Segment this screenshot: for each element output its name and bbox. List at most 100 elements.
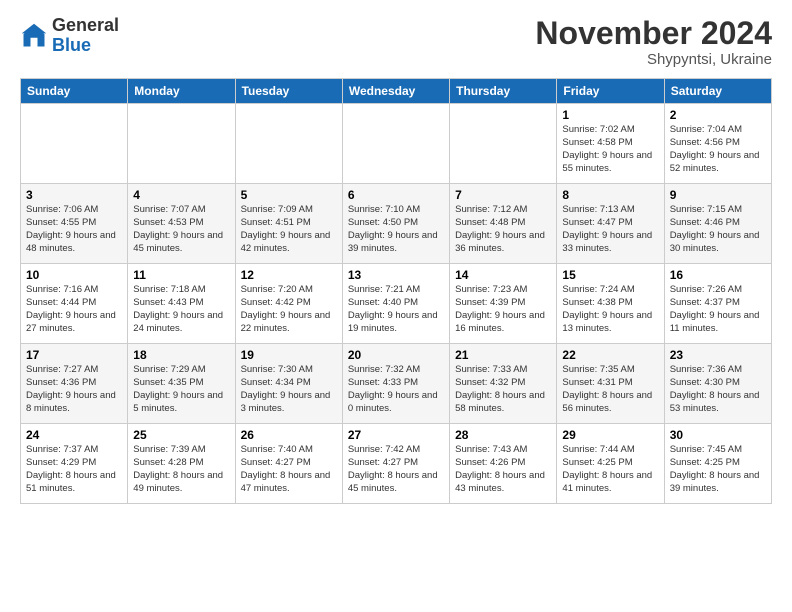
cell-4-6: 30 Sunrise: 7:45 AM Sunset: 4:25 PM Dayli… — [664, 424, 771, 504]
day-info-2-3: Sunrise: 7:21 AM Sunset: 4:40 PM Dayligh… — [348, 284, 444, 335]
cell-1-1: 4Sunrise: 7:07 AM Sunset: 4:53 PM Daylig… — [128, 184, 235, 264]
cell-2-4: 14 Sunrise: 7:23 AM Sunset: 4:39 PM Dayli… — [450, 264, 557, 344]
day-num-2-6: 16 — [670, 268, 766, 282]
day-num-3-6: 23 — [670, 348, 766, 362]
day-info-3-5: Sunrise: 7:35 AM Sunset: 4:31 PM Dayligh… — [562, 364, 658, 415]
cell-1-0: 3 Sunrise: 7:06 AM Sunset: 4:55 PM Daylig… — [21, 184, 128, 264]
day-num-2-1: 11 — [133, 268, 229, 282]
cell-2-6: 16 Sunrise: 7:26 AM Sunset: 4:37 PM Dayli… — [664, 264, 771, 344]
day-info-1-6: Sunrise: 7:15 AM Sunset: 4:46 PM Dayligh… — [670, 204, 766, 255]
logo-icon — [20, 22, 48, 50]
cell-3-3: 20 Sunrise: 7:32 AM Sunset: 4:33 PM Dayli… — [342, 344, 449, 424]
day-num-0-6: 2 — [670, 108, 766, 122]
day-num-1-6: 9 — [670, 188, 766, 202]
cell-4-5: 29Sunrise: 7:44 AM Sunset: 4:25 PM Dayli… — [557, 424, 664, 504]
day-info-3-0: Sunrise: 7:27 AM Sunset: 4:36 PM Dayligh… — [26, 364, 122, 415]
cell-1-4: 7Sunrise: 7:12 AM Sunset: 4:48 PM Daylig… — [450, 184, 557, 264]
cell-0-1 — [128, 104, 235, 184]
day-num-4-6: 30 — [670, 428, 766, 442]
day-info-2-6: Sunrise: 7:26 AM Sunset: 4:37 PM Dayligh… — [670, 284, 766, 335]
cell-0-2 — [235, 104, 342, 184]
col-thursday: Thursday — [450, 79, 557, 104]
cell-1-3: 6Sunrise: 7:10 AM Sunset: 4:50 PM Daylig… — [342, 184, 449, 264]
logo-blue-text: Blue — [52, 36, 119, 56]
month-title: November 2024 — [535, 16, 772, 51]
day-num-4-0: 24 — [26, 428, 122, 442]
calendar-table: Sunday Monday Tuesday Wednesday Thursday… — [20, 78, 772, 504]
cell-3-4: 21 Sunrise: 7:33 AM Sunset: 4:32 PM Dayli… — [450, 344, 557, 424]
day-info-3-3: Sunrise: 7:32 AM Sunset: 4:33 PM Dayligh… — [348, 364, 444, 415]
week-row-2: 10 Sunrise: 7:16 AM Sunset: 4:44 PM Dayli… — [21, 264, 772, 344]
day-num-3-3: 20 — [348, 348, 444, 362]
day-info-4-3: Sunrise: 7:42 AM Sunset: 4:27 PM Dayligh… — [348, 444, 444, 495]
week-row-4: 24 Sunrise: 7:37 AM Sunset: 4:29 PM Dayli… — [21, 424, 772, 504]
cell-2-2: 12 Sunrise: 7:20 AM Sunset: 4:42 PM Dayli… — [235, 264, 342, 344]
cell-2-3: 13 Sunrise: 7:21 AM Sunset: 4:40 PM Dayli… — [342, 264, 449, 344]
day-info-3-4: Sunrise: 7:33 AM Sunset: 4:32 PM Dayligh… — [455, 364, 551, 415]
day-num-1-2: 5 — [241, 188, 337, 202]
cell-3-0: 17 Sunrise: 7:27 AM Sunset: 4:36 PM Dayli… — [21, 344, 128, 424]
day-info-2-4: Sunrise: 7:23 AM Sunset: 4:39 PM Dayligh… — [455, 284, 551, 335]
location: Shypyntsi, Ukraine — [535, 51, 772, 68]
day-info-1-3: Sunrise: 7:10 AM Sunset: 4:50 PM Dayligh… — [348, 204, 444, 255]
day-info-2-2: Sunrise: 7:20 AM Sunset: 4:42 PM Dayligh… — [241, 284, 337, 335]
cell-4-3: 27 Sunrise: 7:42 AM Sunset: 4:27 PM Dayli… — [342, 424, 449, 504]
week-row-0: 1 Sunrise: 7:02 AM Sunset: 4:58 PM Daylig… — [21, 104, 772, 184]
cell-2-5: 15Sunrise: 7:24 AM Sunset: 4:38 PM Dayli… — [557, 264, 664, 344]
col-monday: Monday — [128, 79, 235, 104]
cell-0-5: 1 Sunrise: 7:02 AM Sunset: 4:58 PM Daylig… — [557, 104, 664, 184]
day-num-3-5: 22 — [562, 348, 658, 362]
cell-1-2: 5Sunrise: 7:09 AM Sunset: 4:51 PM Daylig… — [235, 184, 342, 264]
day-info-4-6: Sunrise: 7:45 AM Sunset: 4:25 PM Dayligh… — [670, 444, 766, 495]
cell-1-6: 9 Sunrise: 7:15 AM Sunset: 4:46 PM Daylig… — [664, 184, 771, 264]
day-num-1-5: 8 — [562, 188, 658, 202]
day-info-3-2: Sunrise: 7:30 AM Sunset: 4:34 PM Dayligh… — [241, 364, 337, 415]
header-row: Sunday Monday Tuesday Wednesday Thursday… — [21, 79, 772, 104]
day-num-4-1: 25 — [133, 428, 229, 442]
day-info-4-1: Sunrise: 7:39 AM Sunset: 4:28 PM Dayligh… — [133, 444, 229, 495]
day-info-3-6: Sunrise: 7:36 AM Sunset: 4:30 PM Dayligh… — [670, 364, 766, 415]
cell-4-2: 26Sunrise: 7:40 AM Sunset: 4:27 PM Dayli… — [235, 424, 342, 504]
day-info-1-0: Sunrise: 7:06 AM Sunset: 4:55 PM Dayligh… — [26, 204, 122, 255]
day-num-3-4: 21 — [455, 348, 551, 362]
day-num-2-4: 14 — [455, 268, 551, 282]
col-saturday: Saturday — [664, 79, 771, 104]
title-block: November 2024 Shypyntsi, Ukraine — [535, 16, 772, 68]
cell-4-1: 25 Sunrise: 7:39 AM Sunset: 4:28 PM Dayli… — [128, 424, 235, 504]
day-info-2-1: Sunrise: 7:18 AM Sunset: 4:43 PM Dayligh… — [133, 284, 229, 335]
day-num-0-5: 1 — [562, 108, 658, 122]
logo-text: General Blue — [52, 16, 119, 56]
cell-0-0 — [21, 104, 128, 184]
day-info-2-5: Sunrise: 7:24 AM Sunset: 4:38 PM Dayligh… — [562, 284, 658, 335]
day-info-0-6: Sunrise: 7:04 AM Sunset: 4:56 PM Dayligh… — [670, 124, 766, 175]
day-num-2-0: 10 — [26, 268, 122, 282]
header: General Blue November 2024 Shypyntsi, Uk… — [20, 16, 772, 68]
day-info-1-5: Sunrise: 7:13 AM Sunset: 4:47 PM Dayligh… — [562, 204, 658, 255]
calendar-body: 1 Sunrise: 7:02 AM Sunset: 4:58 PM Daylig… — [21, 104, 772, 504]
logo-general-text: General — [52, 16, 119, 36]
cell-3-6: 23 Sunrise: 7:36 AM Sunset: 4:30 PM Dayli… — [664, 344, 771, 424]
day-num-1-0: 3 — [26, 188, 122, 202]
day-info-1-1: Sunrise: 7:07 AM Sunset: 4:53 PM Dayligh… — [133, 204, 229, 255]
day-info-2-0: Sunrise: 7:16 AM Sunset: 4:44 PM Dayligh… — [26, 284, 122, 335]
cell-3-2: 19Sunrise: 7:30 AM Sunset: 4:34 PM Dayli… — [235, 344, 342, 424]
day-info-0-5: Sunrise: 7:02 AM Sunset: 4:58 PM Dayligh… — [562, 124, 658, 175]
day-num-4-3: 27 — [348, 428, 444, 442]
col-sunday: Sunday — [21, 79, 128, 104]
logo: General Blue — [20, 16, 119, 56]
cell-0-4 — [450, 104, 557, 184]
day-num-4-4: 28 — [455, 428, 551, 442]
day-info-1-4: Sunrise: 7:12 AM Sunset: 4:48 PM Dayligh… — [455, 204, 551, 255]
day-info-4-0: Sunrise: 7:37 AM Sunset: 4:29 PM Dayligh… — [26, 444, 122, 495]
day-num-2-3: 13 — [348, 268, 444, 282]
day-num-3-0: 17 — [26, 348, 122, 362]
week-row-3: 17 Sunrise: 7:27 AM Sunset: 4:36 PM Dayli… — [21, 344, 772, 424]
day-num-2-2: 12 — [241, 268, 337, 282]
cell-4-4: 28Sunrise: 7:43 AM Sunset: 4:26 PM Dayli… — [450, 424, 557, 504]
day-num-4-5: 29 — [562, 428, 658, 442]
col-tuesday: Tuesday — [235, 79, 342, 104]
page: General Blue November 2024 Shypyntsi, Uk… — [0, 0, 792, 612]
cell-0-6: 2 Sunrise: 7:04 AM Sunset: 4:56 PM Daylig… — [664, 104, 771, 184]
col-friday: Friday — [557, 79, 664, 104]
cell-3-1: 18Sunrise: 7:29 AM Sunset: 4:35 PM Dayli… — [128, 344, 235, 424]
